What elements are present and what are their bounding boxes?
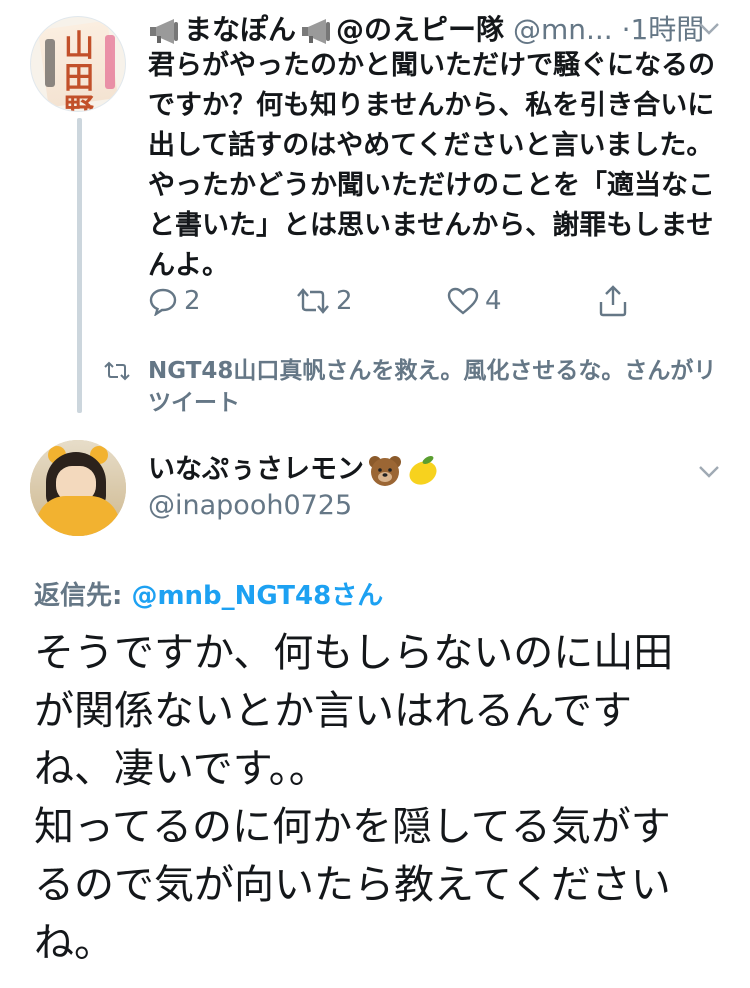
- retweet-icon: [104, 361, 130, 381]
- like-button[interactable]: 4: [447, 286, 502, 316]
- tweet-actions: 2 2 4: [0, 281, 750, 321]
- handle[interactable]: @mn...: [513, 13, 613, 46]
- avatar[interactable]: 山田野絵: [30, 16, 126, 112]
- like-count: 4: [485, 286, 502, 316]
- reply-to-label: 返信先:: [34, 581, 132, 611]
- tweet-text-line: ね。: [34, 920, 114, 966]
- like-icon: [447, 287, 479, 315]
- bear-icon: [369, 455, 401, 486]
- avatar-text: 山田野絵: [64, 29, 94, 112]
- megaphone-icon: [150, 19, 178, 44]
- retweet-button[interactable]: 2: [296, 286, 353, 316]
- retweet-icon: [297, 288, 329, 314]
- display-name-suffix[interactable]: @のえピー隊: [336, 13, 504, 46]
- handle[interactable]: @inapooh0725: [148, 486, 352, 526]
- tweet-text: そうですか、何もしらないのに山田 が関係ないとか言いはれるんです ね、凄いです。…: [34, 624, 724, 972]
- timestamp[interactable]: 1時間: [630, 13, 704, 46]
- tweet-text-line: るので気が向いたら教えてください: [34, 862, 671, 908]
- lemon-icon: [409, 455, 437, 485]
- display-name-text: いなぷぅさレモン: [148, 454, 364, 485]
- chevron-down-icon[interactable]: [698, 22, 720, 36]
- share-button[interactable]: [598, 285, 628, 317]
- reply-icon: [149, 288, 177, 316]
- tweet-text-line: が関係ないとか言いはれるんです: [34, 688, 632, 734]
- retweet-count: 2: [336, 286, 353, 316]
- tweet-text-line: ね、凄いです。。: [34, 746, 329, 792]
- chevron-down-icon[interactable]: [698, 465, 720, 479]
- tweet-text: 君らがやったのかと聞いただけで騒ぐになるのですか？何も知りませんから、私を引き合…: [148, 50, 715, 281]
- reply-count: 2: [184, 286, 201, 316]
- megaphone-icon: [302, 19, 331, 44]
- tweet-text-line: そうですか、何もしらないのに山田: [34, 630, 674, 676]
- tweet-text-line: 知ってるのに何かを隠してる気がす: [34, 804, 671, 850]
- avatar[interactable]: [30, 440, 126, 536]
- reply-target-link[interactable]: @mnb_NGT48さん: [131, 581, 383, 611]
- retweet-notice-text: NGT48山口真帆さんを救え。風化させるな。さんがリツイート: [148, 358, 717, 416]
- reply-to: 返信先: @mnb_NGT48さん: [34, 577, 383, 615]
- tweet-header: まなぽん @のえピー隊 @mn... ·1時間: [148, 10, 718, 50]
- display-name[interactable]: いなぷぅさレモン: [148, 450, 440, 490]
- share-icon: [599, 285, 627, 317]
- display-name[interactable]: まなぽん: [184, 13, 296, 46]
- reply-button[interactable]: 2: [148, 286, 201, 316]
- thread-line: [77, 118, 82, 413]
